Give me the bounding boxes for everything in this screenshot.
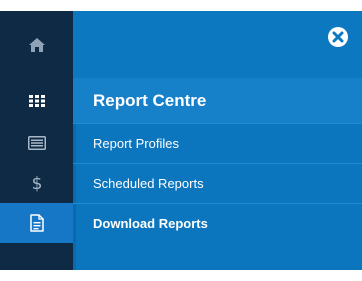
close-button[interactable] — [327, 26, 349, 48]
rail-item-home[interactable] — [0, 11, 73, 78]
home-icon — [28, 37, 45, 52]
list-icon — [27, 136, 46, 150]
svg-text:$: $ — [31, 174, 42, 193]
panel-title: Report Centre — [73, 78, 362, 123]
report-centre-panel: Report Centre Report Profiles Scheduled … — [73, 11, 362, 270]
grid-icon — [28, 94, 45, 107]
menu-item-download-reports[interactable]: Download Reports — [73, 203, 362, 242]
menu-item-scheduled-reports[interactable]: Scheduled Reports — [73, 163, 362, 202]
icon-rail: $ — [0, 11, 73, 270]
document-icon — [29, 214, 44, 232]
rail-item-list[interactable] — [0, 123, 73, 163]
navigation-frame: $ Report Centre Report Profiles Schedule… — [0, 0, 362, 281]
menu-item-report-profiles[interactable]: Report Profiles — [73, 123, 362, 162]
dollar-icon: $ — [31, 174, 42, 193]
rail-item-apps[interactable] — [0, 78, 73, 123]
rail-item-billing[interactable]: $ — [0, 163, 73, 203]
panel-header — [73, 11, 362, 78]
rail-item-reports[interactable] — [0, 203, 73, 243]
close-circle-icon — [328, 27, 348, 47]
